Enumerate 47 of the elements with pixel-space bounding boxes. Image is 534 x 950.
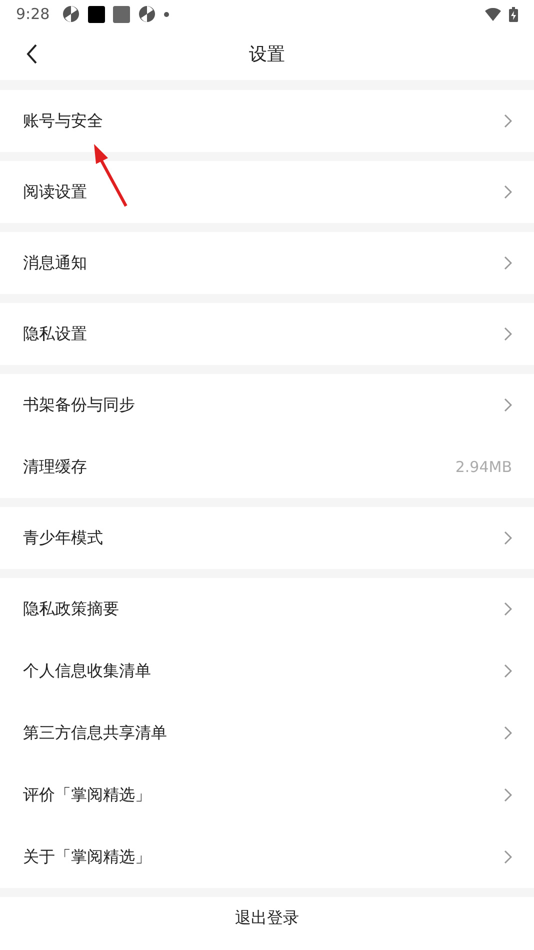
chevron-right-icon bbox=[504, 398, 512, 412]
wifi-icon bbox=[485, 8, 501, 20]
battery-charging-icon bbox=[509, 6, 518, 22]
settings-row[interactable]: 阅读设置 bbox=[0, 161, 534, 223]
settings-row[interactable]: 清理缓存 2.94MB bbox=[0, 436, 534, 498]
aperture-icon bbox=[62, 5, 80, 23]
chevron-right-icon bbox=[504, 602, 512, 616]
settings-row[interactable]: 青少年模式 bbox=[0, 507, 534, 569]
notification-square-icon bbox=[88, 6, 105, 22]
row-label: 关于「掌阅精选」 bbox=[23, 846, 151, 868]
page-title: 设置 bbox=[249, 43, 285, 66]
row-label: 账号与安全 bbox=[23, 110, 103, 132]
row-label: 第三方信息共享清单 bbox=[23, 722, 167, 744]
chevron-right-icon bbox=[504, 850, 512, 864]
settings-row[interactable]: 评价「掌阅精选」 bbox=[0, 764, 534, 826]
annotation-arrow bbox=[94, 144, 128, 207]
row-label: 消息通知 bbox=[23, 252, 87, 274]
cache-size: 2.94MB bbox=[455, 458, 512, 476]
chevron-right-icon bbox=[504, 327, 512, 341]
dot-icon bbox=[164, 12, 169, 16]
chevron-right-icon bbox=[504, 185, 512, 199]
status-time: 9:28 bbox=[16, 5, 50, 23]
row-label: 清理缓存 bbox=[23, 456, 87, 478]
row-label: 隐私政策摘要 bbox=[23, 598, 119, 620]
row-label: 阅读设置 bbox=[23, 182, 87, 202]
logout-button[interactable]: 退出登录 bbox=[0, 897, 534, 950]
aperture-icon bbox=[138, 5, 156, 23]
settings-row[interactable]: 消息通知 bbox=[0, 232, 534, 294]
settings-row[interactable]: 个人信息收集清单 bbox=[0, 640, 534, 702]
row-label: 评价「掌阅精选」 bbox=[23, 784, 151, 806]
settings-row[interactable]: 隐私设置 bbox=[0, 303, 534, 365]
settings-row[interactable]: 隐私政策摘要 bbox=[0, 578, 534, 640]
settings-row[interactable]: 关于「掌阅精选」 bbox=[0, 826, 534, 888]
row-label: 青少年模式 bbox=[23, 528, 103, 548]
settings-row[interactable]: 账号与安全 bbox=[0, 90, 534, 152]
row-label: 个人信息收集清单 bbox=[23, 660, 151, 682]
chevron-right-icon bbox=[504, 664, 512, 678]
settings-row[interactable]: 书架备份与同步 bbox=[0, 374, 534, 436]
notification-square-icon bbox=[112, 6, 130, 22]
row-label: 隐私设置 bbox=[23, 324, 87, 344]
chevron-right-icon bbox=[504, 256, 512, 270]
settings-row[interactable]: 第三方信息共享清单 bbox=[0, 702, 534, 764]
chevron-right-icon bbox=[504, 726, 512, 740]
chevron-right-icon bbox=[504, 531, 512, 545]
chevron-right-icon bbox=[504, 788, 512, 802]
row-label: 书架备份与同步 bbox=[23, 394, 135, 416]
chevron-right-icon bbox=[504, 114, 512, 128]
